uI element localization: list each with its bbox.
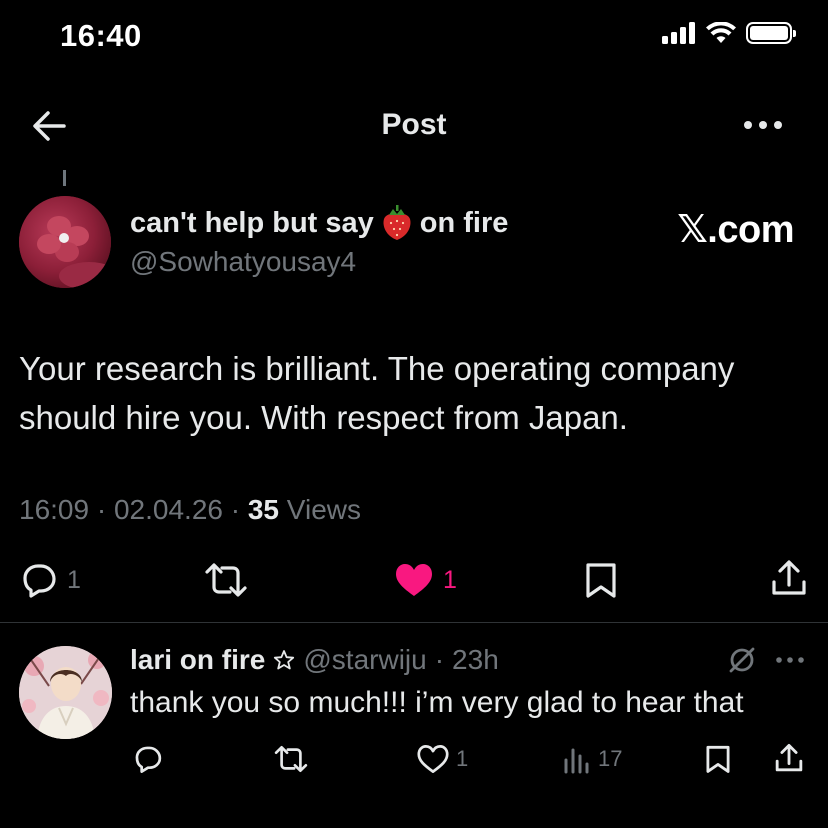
back-button[interactable] [28,106,72,146]
grok-icon [729,647,755,673]
reply-avatar-image [19,646,112,739]
thread-line [63,170,66,186]
reply-reply-button[interactable] [132,744,164,774]
like-button[interactable]: 1 [393,561,457,599]
reply-bookmark-button[interactable] [704,744,732,774]
author-name[interactable]: can't help but say on fire [130,204,508,242]
avatar[interactable] [19,196,111,288]
bookmark-icon [706,745,730,773]
meta-separator: · [96,494,114,525]
divider [0,622,828,623]
author-handle[interactable]: @Sowhatyousay4 [130,246,356,278]
repost-button[interactable] [203,561,249,599]
status-time: 16:40 [60,18,142,53]
meta-separator: · [230,494,248,525]
reply-like-count: 1 [456,746,469,771]
views-count: 35 [247,494,280,525]
heart-icon [417,745,449,773]
status-icons [662,22,796,44]
views-icon [564,748,589,774]
reply-share-button[interactable] [774,742,804,774]
signal-icon [662,22,695,44]
reply-text: thank you so much!!! i’m very glad to he… [130,686,744,719]
post-text: Your research is brilliant. The operatin… [19,350,735,436]
bookmark-button[interactable] [583,561,619,599]
post-time: 16:09 [19,494,90,525]
author-name-part2: on fire [419,206,509,239]
star-icon [274,650,295,670]
wifi-icon [706,22,736,43]
reply-views-button[interactable]: 17 [562,744,622,774]
like-count: 1 [443,565,457,594]
reply-icon [23,564,56,598]
reply-icon [135,746,162,773]
retweet-icon [274,745,308,773]
bookmark-icon [586,563,616,598]
reply-author-handle[interactable]: @starwiju [303,644,426,676]
reply-avatar[interactable] [19,646,112,739]
reply-count: 1 [67,565,81,594]
reply-view-count: 17 [598,746,623,771]
share-icon [772,560,806,595]
watermark: 𝕏.com [677,209,794,251]
back-arrow-icon [33,111,66,141]
heart-icon [396,564,432,596]
reply-like-button[interactable]: 1 [416,744,468,774]
battery-icon [746,22,796,44]
avatar-image [19,196,111,288]
meta-separator: · [434,644,445,675]
reply-button[interactable]: 1 [19,561,81,599]
post-date: 02.04.26 [113,494,223,525]
share-icon [775,743,803,772]
more-options-button[interactable] [738,110,788,140]
grok-button[interactable] [728,646,756,679]
retweet-icon [205,563,247,597]
reply-age: 23h [452,644,499,675]
views-label: Views [286,494,361,525]
post-meta: 16:09 · 02.04.26 · 35 Views [19,494,361,526]
strawberry-icon [383,205,411,240]
more-icon [744,121,782,129]
reply-repost-button[interactable] [273,744,309,774]
page-title: Post [381,108,447,141]
author-name-part1: can't help but say [130,206,374,239]
more-icon [776,657,804,663]
reply-author-name[interactable]: lari on fire [130,644,265,676]
share-button[interactable] [770,558,808,598]
reply-header: lari on fire @starwiju · 23h [130,644,499,676]
reply-more-button[interactable] [774,652,806,673]
